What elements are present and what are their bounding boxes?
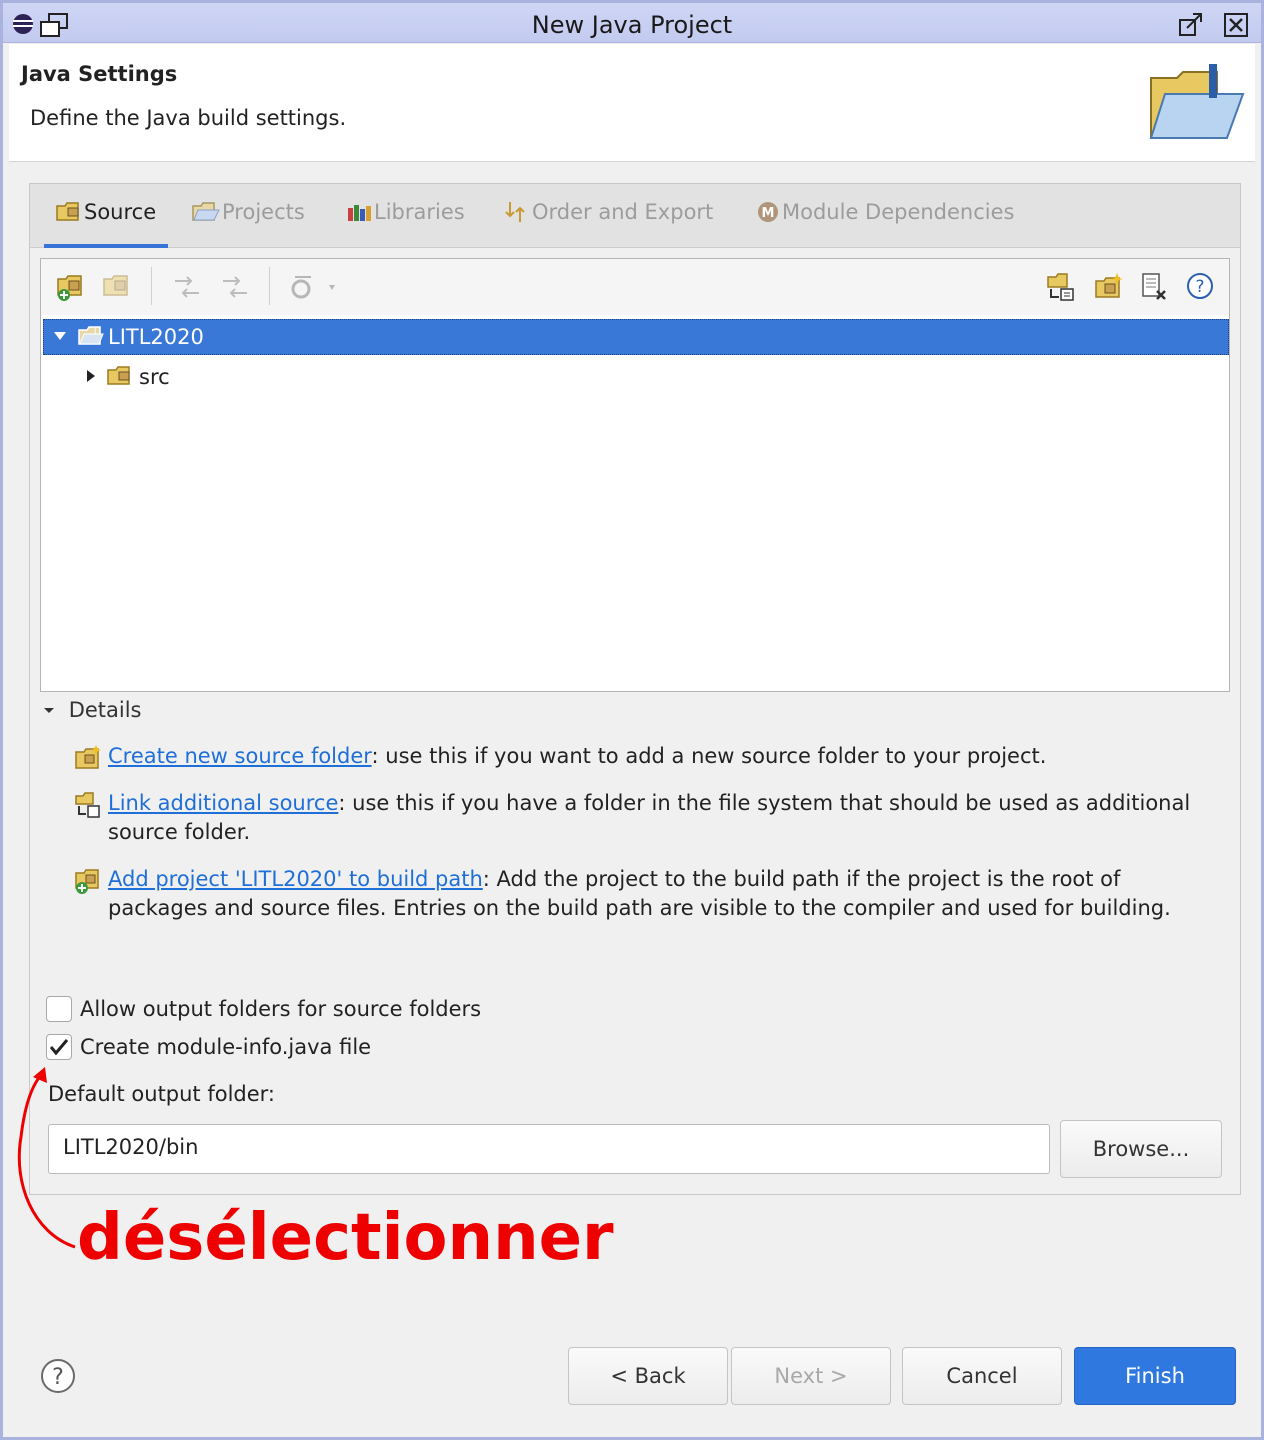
window-title: New Java Project [531, 11, 733, 39]
collapsed-arrow-icon[interactable] [83, 365, 99, 389]
create-module-info-checkbox[interactable] [46, 1034, 72, 1060]
close-icon[interactable] [1223, 12, 1249, 42]
tree-item-label: LITL2020 [108, 325, 204, 349]
maximize-icon[interactable] [1177, 12, 1205, 42]
header-banner: Java Settings Define the Java build sett… [9, 44, 1255, 162]
next-button[interactable]: Next > [731, 1347, 891, 1405]
checkmark-icon [49, 1039, 69, 1056]
annotation-text: désélectionner [77, 1201, 614, 1275]
help-icon[interactable]: ? [39, 1357, 77, 1399]
create-new-source-folder-link[interactable]: Create new source folder [108, 744, 372, 768]
package-folder-icon [107, 364, 135, 391]
details-toggle[interactable]: Details [42, 698, 142, 722]
create-folder-icon [74, 744, 102, 778]
toolbar-separator [151, 267, 152, 305]
page-heading: Java Settings [21, 62, 178, 86]
svg-text:?: ? [1195, 277, 1204, 297]
allow-output-folders-option[interactable]: Allow output folders for source folders [46, 996, 481, 1022]
tree-row-src[interactable]: src [43, 359, 1229, 395]
allow-output-folders-checkbox[interactable] [46, 996, 72, 1022]
link-source-icon[interactable] [1045, 271, 1077, 307]
detail-add-project-build-path: Add project 'LITL2020' to build path: Ad… [74, 865, 1194, 923]
dialog-window: New Java Project Java Settings Define th… [0, 0, 1264, 1440]
chevron-down-icon [42, 698, 63, 722]
package-folder-icon [56, 200, 82, 227]
remove-source-folder-icon[interactable] [101, 271, 133, 307]
detail-link-additional-source: Link additional source: use this if you … [74, 789, 1194, 847]
tab-source[interactable]: Source [44, 200, 168, 248]
module-icon: M [756, 200, 780, 229]
cancel-button[interactable]: Cancel [902, 1347, 1062, 1405]
tab-panel: Source Projects Libraries Order and Expo… [29, 183, 1241, 1195]
project-folder-icon [192, 200, 220, 227]
java-project-icon: J [78, 324, 104, 351]
exclude-filter-icon[interactable] [219, 271, 251, 307]
libraries-icon [346, 200, 372, 227]
back-button[interactable]: < Back [568, 1347, 728, 1405]
finish-button[interactable]: Finish [1074, 1347, 1236, 1405]
add-source-folder-icon[interactable] [55, 271, 87, 307]
tab-order-and-export[interactable]: Order and Export [492, 200, 725, 246]
detail-create-source-folder: Create new source folder: use this if yo… [74, 742, 1194, 771]
tab-label: Module Dependencies [782, 200, 1015, 224]
tree-item-label: src [139, 365, 170, 389]
remove-entry-icon[interactable] [1139, 271, 1171, 307]
tab-label: Libraries [374, 200, 465, 224]
tree-row-project[interactable]: J LITL2020 [43, 319, 1229, 355]
title-bar: New Java Project [3, 3, 1261, 43]
add-project-to-build-path-link[interactable]: Add project 'LITL2020' to build path [108, 867, 483, 891]
tab-label: Projects [222, 200, 305, 224]
expanded-arrow-icon[interactable] [52, 325, 68, 349]
svg-text:?: ? [52, 1365, 64, 1390]
toolbar-separator [269, 267, 270, 305]
order-export-icon [504, 200, 530, 229]
allow-output-folders-label: Allow output folders for source folders [80, 997, 482, 1021]
add-source-folder-icon [74, 867, 102, 903]
source-tree-panel: ? J LITL2020 src [40, 258, 1230, 692]
default-output-folder-input[interactable]: LITL2020/bin [48, 1124, 1050, 1174]
tab-projects[interactable]: Projects [180, 200, 317, 246]
browse-button[interactable]: Browse... [1060, 1120, 1222, 1178]
tab-module-dependencies[interactable]: M Module Dependencies [744, 200, 1027, 246]
page-description: Define the Java build settings. [30, 106, 347, 130]
details-label: Details [68, 698, 142, 722]
detail-text: : use this if you want to add a new sour… [371, 744, 1047, 768]
link-additional-source-link[interactable]: Link additional source [108, 791, 338, 815]
include-filter-icon[interactable] [171, 271, 203, 307]
tab-libraries[interactable]: Libraries [334, 200, 477, 246]
tree-toolbar: ? [41, 259, 1229, 315]
tab-label: Order and Export [532, 200, 714, 224]
svg-text:J: J [93, 326, 96, 335]
create-module-info-label: Create module-info.java file [80, 1035, 372, 1059]
tab-bar: Source Projects Libraries Order and Expo… [30, 184, 1240, 248]
svg-text:M: M [762, 206, 775, 221]
link-source-icon [74, 791, 102, 827]
new-project-folder-icon [1147, 64, 1247, 148]
create-folder-icon[interactable] [1093, 271, 1125, 307]
tab-label: Source [84, 200, 157, 224]
configure-icon[interactable] [289, 271, 339, 307]
help-icon[interactable]: ? [1185, 271, 1215, 305]
create-module-info-option[interactable]: Create module-info.java file [46, 1034, 371, 1060]
